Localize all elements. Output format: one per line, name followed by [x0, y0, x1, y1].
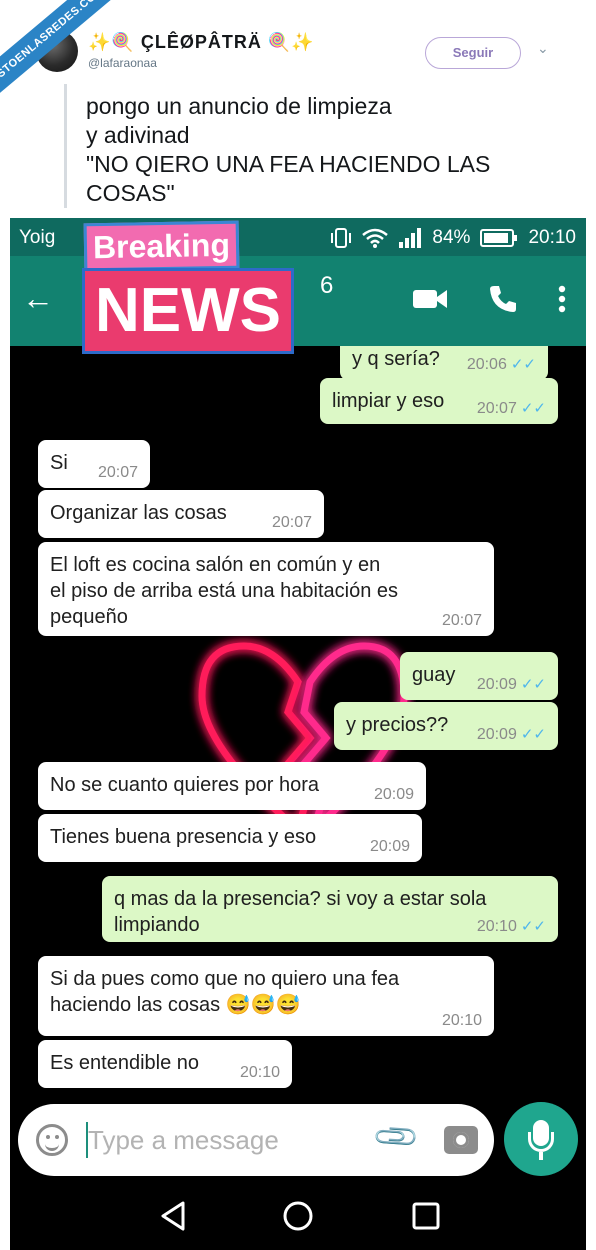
message-text: el piso de arriba está una habitación es [50, 580, 399, 602]
read-receipt-icon: ✓✓ [510, 356, 536, 373]
chat-area[interactable]: y q sería? 20:06 ✓✓ limpiar y eso 20:07 ✓✓ Si 2… [10, 346, 586, 1098]
more-vert-icon[interactable] [558, 285, 566, 313]
tweet-line: "NO QIERO UNA FEA HACIENDO LAS [86, 151, 491, 177]
breaking-label: Breaking [83, 220, 240, 272]
paperclip-icon[interactable]: 📎 [371, 1112, 422, 1163]
follow-button[interactable]: Seguir [425, 37, 521, 69]
message-time: 20:06 ✓✓ [467, 355, 536, 374]
message-timestamp: 20:07 [441, 612, 482, 629]
message-text: y q sería? [352, 348, 440, 370]
incoming-message[interactable]: El loft es cocina salón en común y en el … [38, 542, 494, 636]
message-time: 20:09 [370, 838, 410, 856]
phone-call-icon[interactable] [488, 284, 518, 314]
message-timestamp: 20:10 [239, 1064, 280, 1081]
emoji-icon[interactable] [36, 1124, 68, 1156]
message-time: 20:07 [272, 514, 312, 532]
tweet-card: ✨🍭 ÇLÊØPÂTRÄ 🍭✨ @lafaraonaa Seguir ⌄ pon… [0, 0, 596, 218]
nav-back-icon[interactable] [158, 1200, 188, 1232]
message-text: Es entendible no [50, 1052, 200, 1074]
incoming-message[interactable]: Si 20:07 [38, 440, 150, 488]
whatsapp-screenshot: Yoig 84% 20:10 ← 6 Breaking NEWS y q ser… [10, 218, 586, 1250]
wifi-icon [362, 228, 389, 248]
message-text: Si [50, 452, 68, 474]
message-text: limpiando [114, 914, 200, 936]
message-timestamp: 20:07 [476, 400, 517, 417]
message-timestamp: 20:09 [373, 786, 414, 803]
message-text: pequeño [50, 606, 128, 628]
clock: 20:10 [528, 227, 576, 248]
outgoing-message[interactable]: y precios?? 20:09 ✓✓ [334, 702, 558, 750]
incoming-message[interactable]: No se cuanto quieres por hora 20:09 [38, 762, 426, 810]
battery-percent: 84% [432, 227, 471, 248]
message-time: 20:09 ✓✓ [477, 675, 546, 694]
message-time: 20:09 [374, 786, 414, 804]
message-text: Organizar las cosas [50, 502, 227, 524]
message-timestamp: 20:06 [466, 356, 507, 373]
display-name[interactable]: ✨🍭 ÇLÊØPÂTRÄ 🍭✨ [88, 32, 315, 53]
message-input[interactable] [88, 1120, 368, 1160]
nav-home-icon[interactable] [282, 1200, 314, 1232]
message-timestamp: 20:09 [369, 838, 410, 855]
outgoing-message[interactable]: limpiar y eso 20:07 ✓✓ [320, 378, 558, 424]
message-timestamp: 20:10 [441, 1012, 482, 1029]
message-text: haciendo las cosas 😅😅😅 [50, 994, 301, 1016]
message-time: 20:09 ✓✓ [477, 725, 546, 744]
message-text: Si da pues como que no quiero una fea [50, 968, 400, 990]
tweet-thread-line [64, 84, 67, 208]
incoming-message[interactable]: Tienes buena presencia y eso 20:09 [38, 814, 422, 862]
microphone-button[interactable] [504, 1102, 578, 1176]
status-icons: 84% 20:10 [330, 227, 576, 249]
read-receipt-icon: ✓✓ [520, 400, 546, 417]
message-text: q mas da la presencia? si voy a estar so… [114, 888, 487, 910]
nav-recents-icon[interactable] [412, 1202, 440, 1230]
message-input-bar: 📎 [10, 1098, 586, 1184]
message-timestamp: 20:07 [271, 514, 312, 531]
news-label: NEWS [82, 268, 294, 354]
message-time: 20:07 ✓✓ [477, 399, 546, 418]
chevron-down-icon[interactable]: ⌄ [537, 40, 549, 57]
tweet-text: pongo un anuncio de limpieza y adivinad … [86, 92, 490, 208]
tweet-line: y adivinad [86, 122, 190, 148]
incoming-message[interactable]: Organizar las cosas 20:07 [38, 490, 324, 538]
message-time: 20:10 ✓✓ [477, 917, 546, 936]
message-time: 20:07 [442, 612, 482, 630]
message-text: guay [412, 664, 456, 686]
message-time: 20:10 [240, 1064, 280, 1082]
message-time: 20:10 [442, 1012, 482, 1030]
incoming-message[interactable]: Es entendible no 20:10 [38, 1040, 292, 1088]
message-timestamp: 20:07 [97, 464, 138, 481]
app-bar-actions [412, 284, 566, 314]
message-timestamp: 20:09 [476, 726, 517, 743]
battery-icon [480, 229, 518, 247]
message-input-pill[interactable]: 📎 [18, 1104, 494, 1176]
message-timestamp: 20:09 [476, 676, 517, 693]
video-call-icon[interactable] [412, 287, 448, 311]
android-nav-bar [10, 1184, 586, 1250]
outgoing-message[interactable]: y q sería? 20:06 ✓✓ [340, 346, 548, 380]
read-receipt-icon: ✓✓ [520, 726, 546, 743]
camera-icon[interactable] [444, 1126, 478, 1154]
outgoing-message[interactable]: guay 20:09 ✓✓ [400, 652, 558, 700]
message-text: limpiar y eso [332, 390, 445, 412]
carrier-name: Yoig [19, 227, 56, 248]
message-text: No se cuanto quieres por hora [50, 774, 320, 796]
message-timestamp: 20:10 [476, 918, 517, 935]
incoming-message[interactable]: Si da pues como que no quiero una fea hac… [38, 956, 494, 1036]
signal-icon [399, 228, 422, 248]
tweet-line: pongo un anuncio de limpieza [86, 93, 392, 119]
arrow-left-icon[interactable]: ← [22, 282, 54, 314]
message-time: 20:07 [98, 464, 138, 482]
message-text: y precios?? [346, 714, 449, 736]
outgoing-message[interactable]: q mas da la presencia? si voy a estar so… [102, 876, 558, 942]
read-receipt-icon: ✓✓ [520, 918, 546, 935]
user-handle[interactable]: @lafaraonaa [88, 56, 157, 70]
message-text: Tienes buena presencia y eso [50, 826, 317, 848]
message-text: El loft es cocina salón en común y en [50, 554, 381, 576]
breaking-news-sticker: Breaking NEWS [62, 218, 342, 354]
tweet-line: COSAS" [86, 180, 175, 206]
microphone-stand [528, 1132, 554, 1152]
microphone-foot [539, 1152, 543, 1160]
read-receipt-icon: ✓✓ [520, 676, 546, 693]
